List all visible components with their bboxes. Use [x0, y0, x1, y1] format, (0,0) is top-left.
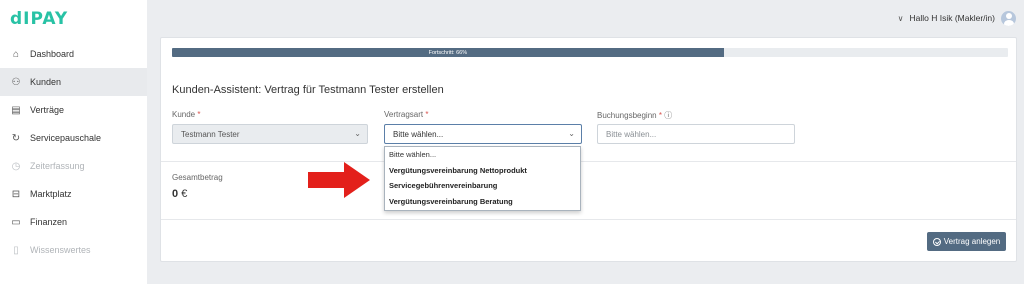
required-mark: * [658, 111, 662, 120]
sidebar-item-label: Dashboard [30, 49, 75, 59]
buchungsbeginn-input[interactable]: Bitte wählen... [597, 124, 795, 144]
vertragsart-label-text: Vertragsart [384, 110, 424, 119]
vertragsart-select-value: Bitte wählen... [393, 129, 444, 139]
home-icon: ⌂ [12, 48, 20, 60]
document-icon: ▤ [11, 104, 21, 116]
sidebar-item-dashboard[interactable]: ⌂ Dashboard [0, 40, 147, 68]
folder-icon: ▭ [11, 216, 21, 228]
user-menu[interactable]: ∨ Hallo H Isik (Makler/in) [898, 9, 1016, 27]
sidebar-item-finanzen[interactable]: ▭ Finanzen [0, 208, 147, 236]
sidebar-item-label: Servicepauschale [30, 133, 102, 143]
divider [161, 161, 1016, 162]
total-amount: 0 [172, 188, 179, 200]
dropdown-option[interactable]: Vergütungsvereinbarung Nettoprodukt [385, 163, 580, 179]
sidebar-item-label: Finanzen [30, 217, 68, 227]
sidebar-item-servicepauschale[interactable]: ↻ Servicepauschale [0, 124, 147, 152]
chevron-down-icon: ⌄ [568, 129, 575, 138]
kunde-select-value: Testmann Tester [181, 129, 240, 139]
create-contract-button[interactable]: Vertrag anlegen [927, 232, 1006, 251]
app-logo[interactable]: dIPAY [10, 9, 68, 29]
progress-bar: Fortschritt: 66% [172, 48, 1008, 57]
total-label: Gesamtbetrag [172, 173, 223, 182]
sidebar-item-kunden[interactable]: ⚇ Kunden [0, 68, 147, 96]
store-icon: ⊟ [11, 188, 21, 200]
vertragsart-select[interactable]: Bitte wählen... ⌄ [384, 124, 582, 144]
required-mark: * [425, 110, 429, 119]
book-icon: ▯ [13, 244, 19, 256]
page-title: Kunden-Assistent: Vertrag für Testmann T… [172, 84, 444, 96]
sidebar: dIPAY ⌂ Dashboard ⚇ Kunden ▤ Verträge ↻ … [0, 0, 147, 284]
create-contract-label: Vertrag anlegen [943, 237, 1001, 246]
kunde-label-text: Kunde [172, 110, 196, 119]
sidebar-item-label: Wissenswertes [30, 245, 91, 255]
sidebar-item-vertraege[interactable]: ▤ Verträge [0, 96, 147, 124]
sidebar-item-label: Zeiterfassung [30, 161, 85, 171]
sidebar-item-zeiterfassung: ◷ Zeiterfassung [0, 152, 147, 180]
dropdown-option[interactable]: Vergütungsvereinbarung Beratung [385, 194, 580, 210]
sidebar-item-label: Marktplatz [30, 189, 72, 199]
clock-icon: ◷ [11, 160, 21, 172]
buchungsbeginn-placeholder: Bitte wählen... [606, 129, 657, 139]
sidebar-item-label: Verträge [30, 105, 65, 115]
sidebar-nav: ⌂ Dashboard ⚇ Kunden ▤ Verträge ↻ Servic… [0, 40, 147, 264]
progress-label: Fortschritt: 66% [428, 49, 468, 56]
check-circle-icon [932, 237, 941, 246]
divider [161, 219, 1016, 220]
dropdown-option[interactable]: Bitte wählen... [385, 147, 580, 163]
chevron-down-icon: ⌄ [354, 129, 361, 138]
chevron-down-icon: ∨ [897, 13, 904, 23]
sidebar-item-label: Kunden [30, 77, 62, 87]
red-arrow-icon [308, 162, 370, 198]
required-mark: * [197, 110, 201, 119]
info-icon[interactable]: ⓘ [664, 111, 672, 120]
vertragsart-dropdown: Bitte wählen... Vergütungsvereinbarung N… [384, 146, 581, 211]
sidebar-item-wissenswertes: ▯ Wissenswertes [0, 236, 147, 264]
sidebar-item-marktplatz[interactable]: ⊟ Marktplatz [0, 180, 147, 208]
buchungsbeginn-label-text: Buchungsbeginn [597, 111, 657, 120]
users-icon: ⚇ [11, 76, 21, 88]
total-currency: € [181, 188, 188, 200]
progress-fill: Fortschritt: 66% [172, 48, 724, 57]
buchungsbeginn-label: Buchungsbeginn * ⓘ [597, 110, 672, 121]
total-value: 0 € [172, 188, 187, 200]
kunde-label: Kunde * [172, 110, 201, 119]
refresh-icon: ↻ [11, 132, 21, 144]
dropdown-option[interactable]: Servicegebührenvereinbarung [385, 178, 580, 194]
user-greeting: Hallo H Isik (Makler/in) [909, 13, 996, 23]
avatar[interactable] [1001, 10, 1016, 26]
vertragsart-label: Vertragsart * [384, 110, 429, 119]
kunde-select: Testmann Tester ⌄ [172, 124, 368, 144]
wizard-card: Fortschritt: 66% Kunden-Assistent: Vertr… [160, 37, 1017, 262]
